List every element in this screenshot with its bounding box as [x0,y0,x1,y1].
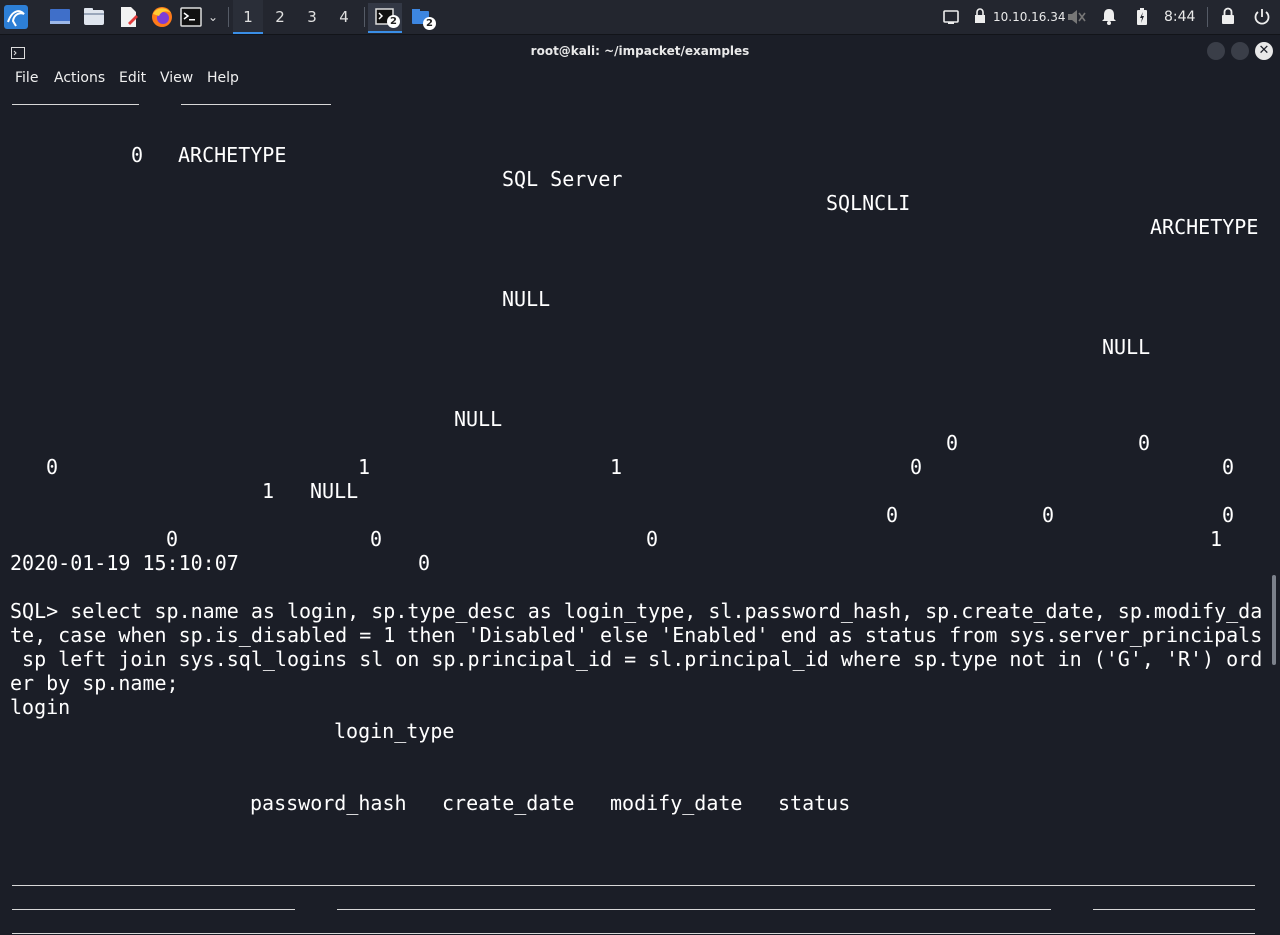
column-separator [12,885,1255,886]
lock-screen-icon[interactable] [1220,0,1238,34]
menu-help[interactable]: Help [207,67,239,89]
power-icon[interactable] [1252,0,1272,34]
output-cell: 0 [1222,455,1235,479]
panel-separator [228,7,229,27]
output-cell: 1 [610,455,623,479]
menu-view[interactable]: View [160,67,193,89]
output-cell: 1 [1210,527,1223,551]
column-header-create-date: create_date [442,791,575,815]
column-separator [337,909,1051,910]
column-header-login: login [10,695,71,719]
chevron-down-icon[interactable]: ⌄ [206,5,220,29]
column-header-modify-date: modify_date [610,791,743,815]
kali-menu-icon[interactable] [4,5,28,29]
output-cell: 0 [886,503,899,527]
menu-edit[interactable]: Edit [119,67,146,89]
battery-icon [1136,0,1150,34]
output-cell: 0 [1222,503,1235,527]
sql-command-line: SQL> select sp.name as login, sp.type_de… [10,599,1263,623]
menu-file[interactable]: File [15,67,38,89]
ip-address: 10.10.16.34 [993,10,1066,24]
terminal-output[interactable]: 0 ARCHETYPE SQL Server SQLNCLI ARCHETYPE… [0,89,1266,935]
sql-command-line: er by sp.name; [10,671,179,695]
taskbar-terminal-button[interactable]: 2 [368,3,402,33]
notification-bell-icon[interactable] [1100,0,1118,34]
output-cell: 2020-01-19 15:10:07 [10,551,239,575]
output-cell: SQL Server [502,167,623,191]
output-cell: SQLNCLI [826,191,911,215]
terminal-window: root@kali: ~/impacket/examples ✕ File Ac… [0,35,1280,935]
column-header-status: status [778,791,851,815]
taskbar-count-badge: 2 [423,17,436,30]
workspace-4[interactable]: 4 [329,0,359,34]
output-cell: 0 [946,431,959,455]
output-cell: NULL [502,287,551,311]
file-manager-icon[interactable] [82,5,106,29]
column-separator [181,104,331,105]
show-desktop-icon[interactable] [48,5,72,29]
taskbar-filemanager-button[interactable]: 2 [404,3,438,33]
sql-command-line: sp left join sys.sql_logins sl on sp.pri… [10,647,1263,671]
output-cell: ARCHETYPE [1150,215,1259,239]
workspace-3[interactable]: 3 [297,0,327,34]
column-separator [1093,909,1255,910]
column-header-password-hash: password_hash [250,791,407,815]
speaker-muted-icon[interactable] [1066,0,1086,34]
output-cell: 0 [1042,503,1055,527]
menu-actions[interactable]: Actions [54,67,105,89]
terminal-icon[interactable] [180,5,202,29]
output-cell: 0 [46,455,59,479]
vpn-lock-icon [972,0,990,34]
window-title: root@kali: ~/impacket/examples [530,44,750,58]
menu-bar: File Actions Edit View Help [0,67,1280,89]
close-button[interactable]: ✕ [1255,42,1273,60]
workspace-1[interactable]: 1 [233,0,263,34]
text-editor-icon[interactable] [116,5,140,29]
workspace-2[interactable]: 2 [265,0,295,34]
column-separator [12,104,139,105]
output-cell: 0 [370,527,383,551]
column-separator [12,933,1255,934]
window-titlebar[interactable]: root@kali: ~/impacket/examples ✕ [0,35,1280,67]
output-cell: 0 [1138,431,1151,455]
sql-command-line: te, case when sp.is_disabled = 1 then 'D… [10,623,1263,647]
column-separator [12,909,295,910]
maximize-button[interactable] [1231,42,1249,60]
output-cell: 0 [166,527,179,551]
output-cell: NULL [1102,335,1151,359]
minimize-button[interactable] [1207,42,1225,60]
top-panel: ⌄ 1 2 3 4 2 2 10.10.16.34 8:44 [0,0,1280,35]
output-cell: ARCHETYPE [178,143,287,167]
terminal-scrollbar[interactable] [1272,575,1276,665]
output-cell: NULL [310,479,359,503]
output-cell: 1 [358,455,371,479]
output-cell: NULL [454,407,503,431]
panel-separator [364,7,365,27]
output-cell: 0 [418,551,431,575]
output-cell: 0 [131,143,144,167]
output-cell: 0 [910,455,923,479]
output-cell: 1 [262,479,275,503]
panel-separator [1207,7,1208,27]
output-cell: 0 [646,527,659,551]
taskbar-count-badge: 2 [387,15,400,28]
column-header-login-type: login_type [334,719,455,743]
clock[interactable]: 8:44 [1164,0,1195,34]
firefox-icon[interactable] [150,5,174,29]
display-icon[interactable] [942,0,962,34]
